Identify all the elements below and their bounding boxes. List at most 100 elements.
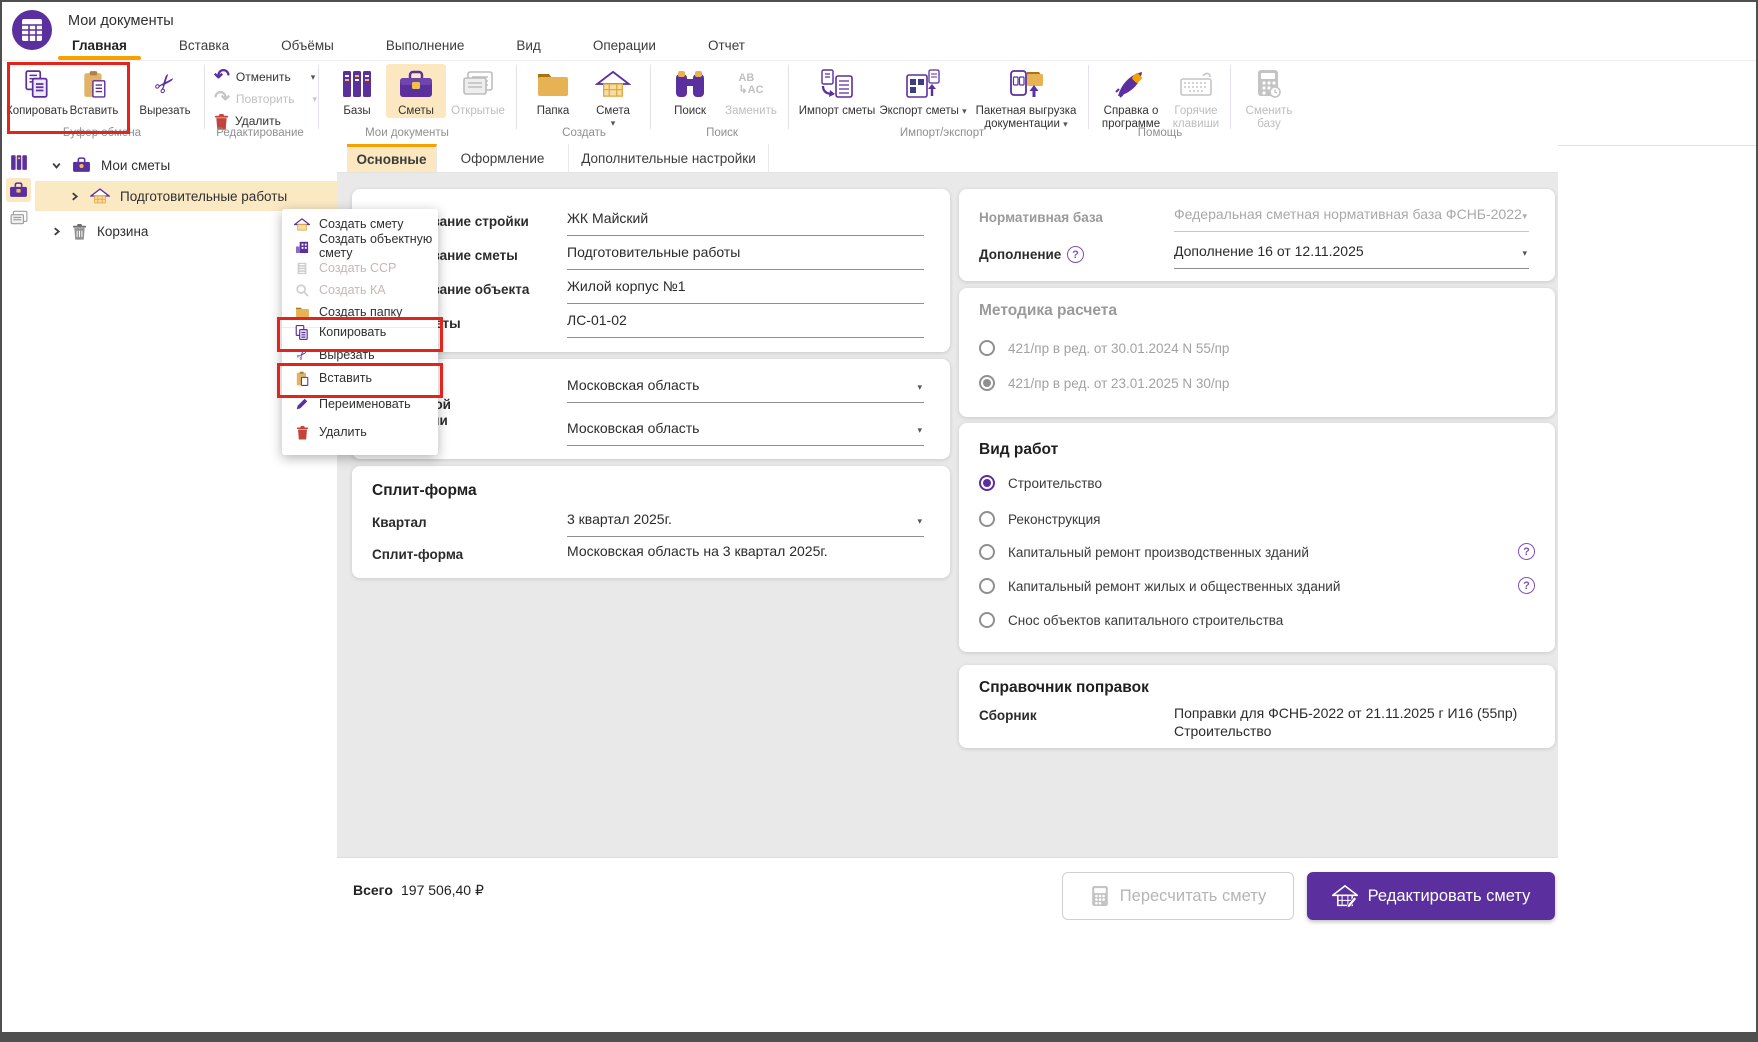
caret-down-icon: ▾ <box>917 382 922 393</box>
chevron-right-icon[interactable] <box>51 226 62 237</box>
menu-create-object-estimate[interactable]: Создать объектную смету <box>282 235 438 257</box>
help-icon[interactable]: ? <box>1518 543 1535 560</box>
field-addition[interactable]: Дополнение 16 от 12.11.2025▾ <box>1174 243 1529 269</box>
radio-snos[interactable]: Снос объектов капитального строительства <box>979 610 1283 630</box>
create-folder-button[interactable]: Папка <box>528 64 578 118</box>
chevron-right-icon[interactable] <box>69 191 80 202</box>
menu-item-label: Вырезать <box>319 348 375 362</box>
group-label-clipboard: Буфер обмена <box>42 127 162 139</box>
radio-icon[interactable] <box>979 375 995 391</box>
tab-osnovnye[interactable]: Основные <box>347 144 437 172</box>
menu-cut[interactable]: ✂ Вырезать <box>282 344 438 366</box>
radio-method-1[interactable]: 421/пр в ред. от 30.01.2024 N 55/пр <box>979 338 1229 358</box>
left-icon-strip <box>2 144 36 1032</box>
corrections-title: Справочник поправок <box>979 679 1149 697</box>
radio-icon[interactable] <box>979 612 995 628</box>
radio-label: Капитальный ремонт производственных здан… <box>1008 545 1309 560</box>
tab-dop-nastroyki[interactable]: Дополнительные настройки <box>569 144 769 172</box>
radio-method-2[interactable]: 421/пр в ред. от 23.01.2025 N 30/пр <box>979 373 1229 393</box>
bases-button[interactable]: Базы <box>332 64 382 118</box>
search-button[interactable]: Поиск <box>664 64 716 118</box>
radio-icon[interactable] <box>979 511 995 527</box>
keyboard-icon <box>1179 64 1213 104</box>
menu-create-folder[interactable]: Создать папку <box>282 301 438 323</box>
menu-create-ssr[interactable]: Создать ССР <box>282 257 438 279</box>
tree-item-podgotovitelnye[interactable]: Подготовительные работы <box>35 181 371 211</box>
cut-button[interactable]: ✂ Вырезать <box>138 64 192 118</box>
opened-button[interactable]: Открытые <box>450 64 506 118</box>
tab-vstavka[interactable]: Вставка <box>173 34 235 57</box>
replace-label: Заменить <box>725 105 777 118</box>
radio-stroitelstvo[interactable]: Строительство <box>979 473 1102 493</box>
radio-rekonstrukciya[interactable]: Реконструкция <box>979 509 1100 529</box>
tab-vypolnenie[interactable]: Выполнение <box>380 34 471 57</box>
radio-icon[interactable] <box>979 475 995 491</box>
form-row: Субъект Российской Федерации Московская … <box>372 376 930 410</box>
chevron-down-icon[interactable] <box>51 160 62 171</box>
caret-down-icon[interactable]: ▾ <box>311 72 316 83</box>
menu-delete[interactable]: Удалить <box>282 421 438 443</box>
field-smeta-name[interactable]: Подготовительные работы <box>567 244 924 270</box>
tab-oformlenie[interactable]: Оформление <box>437 144 569 172</box>
app-window: Мои документы Главная Вставка Объёмы Вып… <box>0 0 1758 1042</box>
import-icon <box>819 64 855 104</box>
tree-item-label: Мои сметы <box>101 158 170 173</box>
card-corrections: Справочник поправок Сборник Поправки для… <box>959 665 1555 748</box>
caret-down-icon: ▾ <box>962 106 967 116</box>
binoculars-icon <box>674 64 706 104</box>
help-icon[interactable]: ? <box>1518 577 1535 594</box>
edit-estimate-button[interactable]: Редактировать смету <box>1307 872 1555 920</box>
estimates-button[interactable]: Сметы <box>386 64 446 118</box>
tab-vid[interactable]: Вид <box>510 34 546 57</box>
folder-icon <box>294 304 310 320</box>
radio-kapremont-proizv[interactable]: Капитальный ремонт производственных здан… <box>979 542 1309 562</box>
recalculate-button[interactable]: Пересчитать смету <box>1062 872 1294 920</box>
batch-upload-button[interactable]: Пакетная выгрузка документации ▾ <box>970 64 1082 131</box>
field-region2[interactable]: Московская область▾ <box>567 420 924 446</box>
export-estimate-button[interactable]: Экспорт сметы ▾ <box>880 64 966 118</box>
app-logo-icon[interactable] <box>12 10 52 50</box>
tab-glavnaya[interactable]: Главная <box>66 34 133 57</box>
divider <box>1088 65 1089 129</box>
copy-button[interactable]: Копировать <box>10 64 64 118</box>
house-icon <box>294 216 310 232</box>
window-title: Мои документы <box>68 13 174 29</box>
replace-button[interactable]: AB↳AC Заменить <box>722 64 780 118</box>
create-estimate-button[interactable]: Смета ▾ <box>586 64 640 129</box>
radio-kapremont-zhilyh[interactable]: Капитальный ремонт жилых и общественных … <box>979 576 1340 596</box>
export-estimate-label: Экспорт сметы ▾ <box>879 105 966 118</box>
import-estimate-button[interactable]: Импорт сметы <box>798 64 876 118</box>
tab-operacii[interactable]: Операции <box>587 34 662 57</box>
strip-bases-icon[interactable] <box>6 150 31 174</box>
tab-otchet[interactable]: Отчет <box>702 34 751 57</box>
divider <box>650 65 651 129</box>
tab-obyomy[interactable]: Объёмы <box>275 34 340 57</box>
menu-rename[interactable]: Переименовать <box>282 393 438 415</box>
help-icon[interactable]: ? <box>1067 246 1084 263</box>
strip-estimates-icon[interactable] <box>6 178 31 202</box>
field-region1[interactable]: Московская область▾ <box>567 377 924 403</box>
caret-down-icon: ▾ <box>917 516 922 527</box>
about-button[interactable]: Справка о программе <box>1098 64 1164 131</box>
divider <box>204 65 205 129</box>
radio-icon[interactable] <box>979 544 995 560</box>
change-base-label: Сменить базу <box>1241 105 1297 131</box>
strip-opened-icon[interactable] <box>6 206 31 230</box>
group-label-my-documents: Мои документы <box>347 127 467 139</box>
undo-button[interactable]: ↶ Отменить ▾ <box>214 67 315 87</box>
tree-item-my-estimates[interactable]: Мои сметы <box>35 150 353 180</box>
hotkeys-button[interactable]: Горячие клавиши <box>1166 64 1226 131</box>
field-object[interactable]: Жилой корпус №1 <box>567 278 924 304</box>
change-base-button[interactable]: Сменить базу <box>1240 64 1298 131</box>
field-stroyka[interactable]: ЖК Майский <box>567 210 924 236</box>
calculator-refresh-icon <box>1255 64 1283 104</box>
radio-icon[interactable] <box>979 340 995 356</box>
redo-button[interactable]: ↷ Повторить ▾ <box>214 89 317 109</box>
field-shifr[interactable]: ЛС-01-02 <box>567 312 924 338</box>
field-quarter[interactable]: 3 квартал 2025г.▾ <box>567 511 924 537</box>
menu-copy[interactable]: Копировать <box>282 321 438 343</box>
radio-icon[interactable] <box>979 578 995 594</box>
menu-paste[interactable]: Вставить <box>282 367 438 389</box>
paste-button[interactable]: Вставить <box>68 64 120 118</box>
menu-create-ka[interactable]: Создать КА <box>282 279 438 301</box>
